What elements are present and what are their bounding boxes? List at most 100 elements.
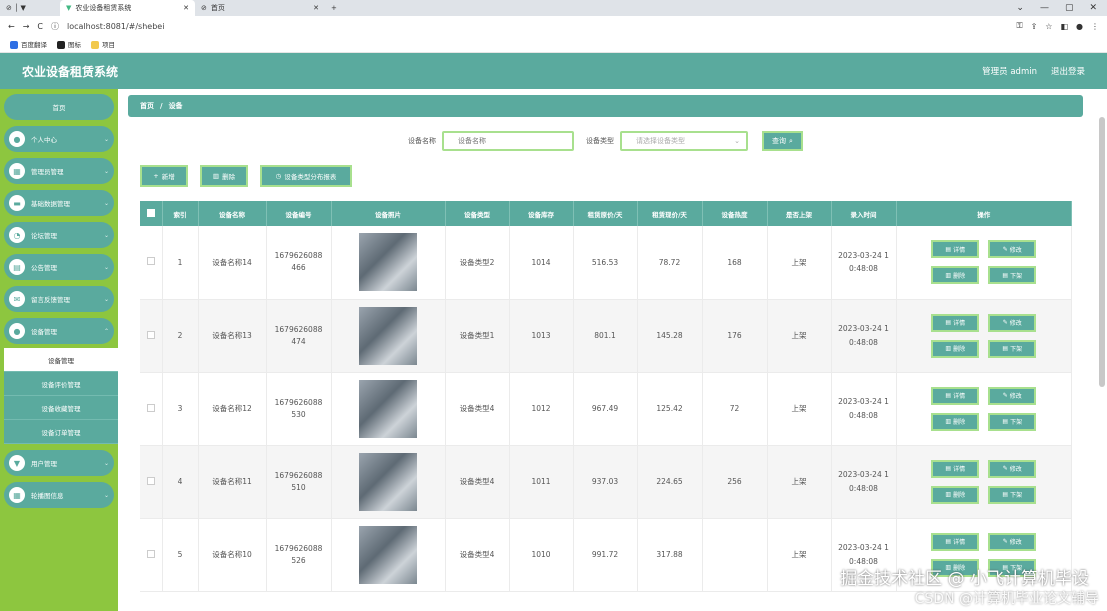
- new-tab-button[interactable]: +: [325, 4, 343, 12]
- browser-menu-icon[interactable]: ⊘ │ ▼: [0, 0, 60, 16]
- detail-button[interactable]: ▤ 详情: [931, 240, 980, 259]
- app-title: 农业设备租赁系统: [22, 64, 119, 79]
- delete-button[interactable]: ▥ 删除: [200, 165, 248, 187]
- address-bar: ← → C ⓘ localhost:8081/#/shebei ⚿ ⇪ ☆ ◧ …: [0, 16, 1107, 36]
- edit-button[interactable]: ✎ 修改: [988, 386, 1037, 405]
- sidebar-item-home[interactable]: 首页: [4, 94, 114, 120]
- col-header: 设备热度: [702, 201, 768, 226]
- forward-icon[interactable]: →: [23, 22, 30, 31]
- detail-button[interactable]: ▤ 详情: [931, 313, 980, 332]
- cell-orig-price: 937.03: [573, 445, 638, 519]
- url-field[interactable]: localhost:8081/#/shebei: [67, 22, 1008, 31]
- doc-icon: ▤: [945, 538, 952, 545]
- search-form: 设备名称 设备类型 请选择设备类型 ⌄ 查询 ⌕: [128, 131, 1083, 151]
- notice-icon: ▤: [9, 259, 25, 275]
- sidebar-item-forum[interactable]: ◔ 论坛管理 ⌄: [4, 222, 114, 248]
- bookmark-item[interactable]: 百度翻译: [10, 39, 47, 49]
- col-header: 录入时间: [831, 201, 897, 226]
- cell-name: 设备名称13: [198, 299, 267, 373]
- equipment-photo[interactable]: [359, 525, 417, 584]
- offshelf-button[interactable]: ▤ 下架: [988, 412, 1037, 431]
- search-button[interactable]: 查询 ⌕: [762, 131, 803, 151]
- row-delete-button[interactable]: ▥ 删除: [931, 339, 980, 358]
- equipment-photo[interactable]: [359, 379, 417, 438]
- cell-index: 4: [162, 445, 199, 519]
- edit-button[interactable]: ✎ 修改: [988, 532, 1037, 551]
- minimize-icon[interactable]: —: [1040, 3, 1049, 13]
- profile-icon[interactable]: ●: [1076, 22, 1083, 31]
- bookmark-item[interactable]: 图标: [57, 39, 81, 49]
- cell-code: 1679626088526: [266, 518, 332, 592]
- cell-stock: 1012: [509, 372, 574, 446]
- edit-button[interactable]: ✎ 修改: [988, 459, 1037, 478]
- breadcrumb-home[interactable]: 首页: [140, 101, 154, 111]
- sidebar-item-basic-data[interactable]: ▬ 基础数据管理 ⌄: [4, 190, 114, 216]
- chevron-down-icon: ⌄: [103, 491, 109, 499]
- cell-photo: [331, 372, 446, 446]
- tab-close-icon[interactable]: ✕: [183, 4, 189, 12]
- sidebar-icon[interactable]: ◧: [1060, 22, 1068, 31]
- user-icon: ●: [9, 131, 25, 147]
- offshelf-button[interactable]: ▤ 下架: [988, 266, 1037, 285]
- chevron-down-icon: ⌄: [103, 135, 109, 143]
- doc-icon: ▤: [945, 465, 952, 472]
- detail-button[interactable]: ▤ 详情: [931, 386, 980, 405]
- row-delete-button[interactable]: ▥ 删除: [931, 412, 980, 431]
- reload-icon[interactable]: C: [37, 22, 43, 31]
- watermark-csdn: CSDN @计算机毕业论文辅导: [914, 591, 1099, 607]
- restore-icon[interactable]: ▢: [1065, 3, 1074, 13]
- sidebar-subitem-favorites[interactable]: 设备收藏管理: [4, 396, 118, 420]
- select-all-checkbox[interactable]: [140, 201, 163, 226]
- sidebar-item-users[interactable]: ▼ 用户管理 ⌄: [4, 450, 114, 476]
- chart-report-button[interactable]: ◷ 设备类型分布报表: [260, 165, 352, 187]
- row-checkbox[interactable]: [140, 226, 163, 300]
- key-icon[interactable]: ⚿: [1016, 21, 1022, 31]
- browser-tab-active[interactable]: ▼ 农业设备租赁系统 ✕: [60, 0, 195, 16]
- detail-button[interactable]: ▤ 详情: [931, 459, 980, 478]
- sidebar-subitem-equipment[interactable]: 设备管理: [4, 348, 118, 372]
- logout-link[interactable]: 退出登录: [1051, 65, 1085, 77]
- cell-code: 1679626088510: [266, 445, 332, 519]
- sidebar-subitem-reviews[interactable]: 设备评价管理: [4, 372, 118, 396]
- row-checkbox[interactable]: [140, 299, 163, 373]
- type-select[interactable]: 请选择设备类型 ⌄: [620, 131, 749, 151]
- edit-button[interactable]: ✎ 修改: [988, 313, 1037, 332]
- equipment-photo[interactable]: [359, 452, 417, 511]
- row-delete-button[interactable]: ▥ 删除: [931, 266, 980, 285]
- offshelf-button[interactable]: ▤ 下架: [988, 339, 1037, 358]
- filter-icon: ▼: [9, 455, 25, 471]
- chevron-down-icon[interactable]: ⌄: [1016, 3, 1024, 13]
- detail-button[interactable]: ▤ 详情: [931, 532, 980, 551]
- name-search-input[interactable]: [442, 131, 575, 151]
- page-scrollbar[interactable]: [1099, 117, 1105, 387]
- sidebar-item-carousel[interactable]: ▦ 轮播图信息 ⌄: [4, 482, 114, 508]
- sidebar-item-admins[interactable]: ▦ 管理员管理 ⌄: [4, 158, 114, 184]
- sidebar-subitem-orders[interactable]: 设备订单管理: [4, 420, 118, 444]
- add-button[interactable]: + 新增: [140, 165, 188, 187]
- sidebar-item-feedback[interactable]: ✉ 留言反馈管理 ⌄: [4, 286, 114, 312]
- row-checkbox[interactable]: [140, 518, 163, 592]
- close-icon[interactable]: ✕: [1089, 3, 1097, 13]
- equipment-photo[interactable]: [359, 233, 417, 292]
- sidebar-item-profile[interactable]: ● 个人中心 ⌄: [4, 126, 114, 152]
- offshelf-button[interactable]: ▤ 下架: [988, 485, 1037, 504]
- browser-tab-inactive[interactable]: ⊘ 首页 ✕: [195, 0, 325, 16]
- more-icon[interactable]: ⋮: [1091, 22, 1099, 31]
- cell-type: 设备类型1: [445, 299, 510, 373]
- row-delete-button[interactable]: ▥ 删除: [931, 485, 980, 504]
- row-checkbox[interactable]: [140, 372, 163, 446]
- row-checkbox[interactable]: [140, 445, 163, 519]
- doc-icon: ▤: [1002, 491, 1009, 498]
- edit-button[interactable]: ✎ 修改: [988, 240, 1037, 259]
- sidebar-item-notice[interactable]: ▤ 公告管理 ⌄: [4, 254, 114, 280]
- window-controls: ⌄ — ▢ ✕: [1016, 3, 1107, 13]
- back-icon[interactable]: ←: [8, 22, 15, 31]
- share-icon[interactable]: ⇪: [1031, 22, 1038, 31]
- pencil-icon: ✎: [1002, 538, 1008, 545]
- bookmark-item[interactable]: 项目: [91, 39, 115, 49]
- sidebar-item-equipment[interactable]: ● 设备管理 ⌃: [4, 318, 114, 344]
- equipment-photo[interactable]: [359, 306, 417, 365]
- star-icon[interactable]: ☆: [1045, 22, 1052, 31]
- cell-heat: 168: [702, 226, 768, 300]
- tab-close-icon[interactable]: ✕: [313, 4, 319, 12]
